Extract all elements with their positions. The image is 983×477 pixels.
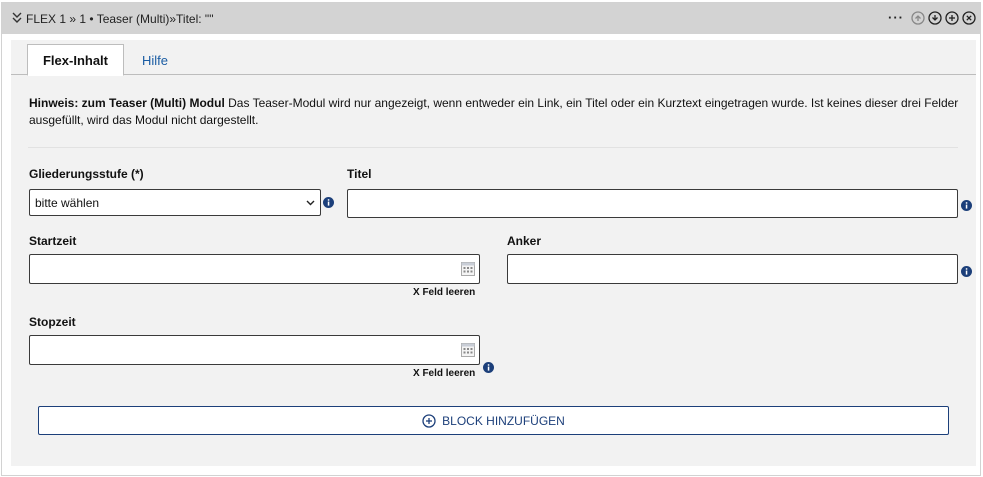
hint-text: Hinweis: zum Teaser (Multi) Modul Das Te… bbox=[29, 95, 959, 129]
info-icon[interactable] bbox=[961, 200, 972, 211]
titel-input[interactable] bbox=[347, 189, 958, 218]
add-icon[interactable] bbox=[945, 11, 959, 25]
stopzeit-input[interactable] bbox=[29, 335, 480, 365]
module-header: FLEX 1 » 1 • Teaser (Multi)»Titel: "" ··… bbox=[2, 3, 980, 34]
add-block-button[interactable]: BLOCK HINZUFÜGEN bbox=[38, 406, 949, 435]
info-icon[interactable] bbox=[323, 197, 334, 208]
tab-hilfe[interactable]: Hilfe bbox=[141, 44, 169, 76]
remove-icon[interactable] bbox=[962, 11, 976, 25]
anker-label: Anker bbox=[507, 234, 542, 248]
startzeit-input[interactable] bbox=[29, 254, 480, 284]
stopzeit-label: Stopzeit bbox=[29, 315, 76, 329]
clear-stopzeit-link[interactable]: X Feld leeren bbox=[413, 368, 475, 379]
info-icon[interactable] bbox=[483, 362, 494, 373]
module-content-panel: Flex-Inhalt Hilfe Hinweis: zum Teaser (M… bbox=[11, 40, 976, 466]
module-title: FLEX 1 » 1 • Teaser (Multi)»Titel: "" bbox=[26, 12, 214, 26]
divider bbox=[28, 147, 958, 148]
calendar-icon[interactable] bbox=[461, 262, 475, 276]
add-block-label: BLOCK HINZUFÜGEN bbox=[442, 413, 565, 428]
titel-label: Titel bbox=[347, 167, 372, 181]
gliederungsstufe-value: bitte wählen bbox=[35, 195, 100, 210]
gliederungsstufe-label: Gliederungsstufe (*) bbox=[29, 167, 144, 181]
collapse-icon[interactable] bbox=[11, 11, 23, 25]
move-up-icon[interactable] bbox=[911, 11, 925, 25]
chevron-down-icon bbox=[306, 200, 315, 206]
anker-input[interactable] bbox=[507, 254, 958, 284]
hint-title: Hinweis: zum Teaser (Multi) Modul bbox=[29, 96, 225, 110]
module-toolbar: ··· bbox=[888, 11, 976, 25]
calendar-icon[interactable] bbox=[461, 343, 475, 357]
tab-flex-inhalt[interactable]: Flex-Inhalt bbox=[27, 44, 124, 76]
more-options-icon[interactable]: ··· bbox=[888, 11, 904, 24]
clear-startzeit-link[interactable]: X Feld leeren bbox=[413, 287, 475, 298]
gliederungsstufe-select[interactable]: bitte wählen bbox=[29, 189, 321, 216]
flex-module-container: FLEX 1 » 1 • Teaser (Multi)»Titel: "" ··… bbox=[1, 2, 981, 476]
startzeit-label: Startzeit bbox=[29, 234, 77, 248]
plus-circle-icon bbox=[422, 413, 436, 428]
tab-bar: Flex-Inhalt Hilfe bbox=[11, 40, 976, 76]
move-down-icon[interactable] bbox=[928, 11, 942, 25]
info-icon[interactable] bbox=[961, 266, 972, 277]
